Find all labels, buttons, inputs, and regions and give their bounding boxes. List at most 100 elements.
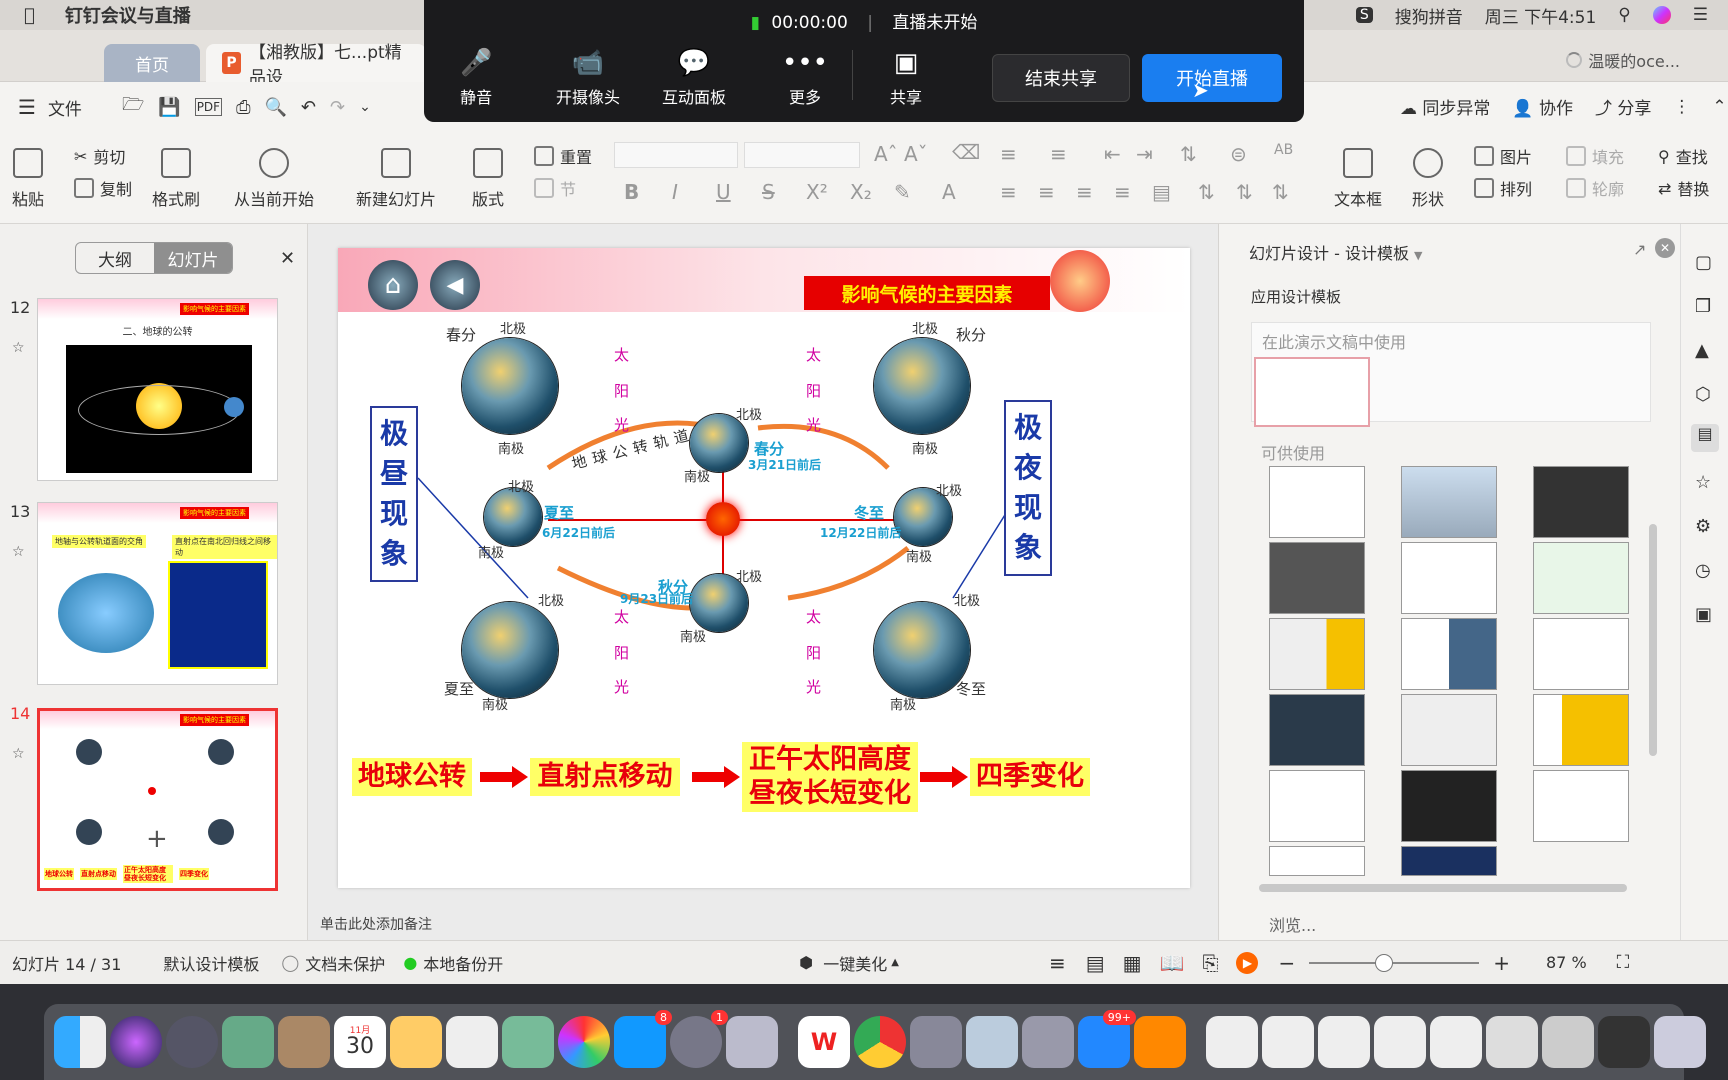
- columns-icon[interactable]: ⇅: [1272, 180, 1289, 204]
- close-pane-icon[interactable]: ✕: [280, 248, 295, 269]
- photos-icon[interactable]: [558, 1016, 610, 1068]
- new-slide-button[interactable]: 新建幻灯片: [356, 148, 436, 210]
- italic-icon[interactable]: I: [672, 180, 678, 204]
- siri-icon[interactable]: [1652, 6, 1671, 24]
- launchpad-icon[interactable]: [166, 1016, 218, 1068]
- window-thumbnail[interactable]: [1542, 1016, 1594, 1068]
- finder-icon[interactable]: [54, 1016, 106, 1068]
- presenter-icon[interactable]: ⎘: [1202, 951, 1218, 975]
- slides-panel-icon[interactable]: ▢: [1695, 252, 1712, 273]
- control-center-icon[interactable]: ☰: [1693, 5, 1708, 25]
- highlight-icon[interactable]: ✎: [894, 180, 911, 204]
- sogou-ime-icon[interactable]: S: [1355, 7, 1373, 23]
- distribute-icon[interactable]: ▤: [1152, 180, 1171, 204]
- pane-title[interactable]: 幻灯片设计 - 设计模板 ▼: [1249, 240, 1423, 264]
- underline-icon[interactable]: U: [716, 180, 731, 204]
- open-icon[interactable]: 🗁: [122, 92, 144, 122]
- template-thumbnail[interactable]: [1269, 846, 1365, 876]
- interactive-board-button[interactable]: 💬 互动面板: [662, 48, 726, 108]
- slide-thumbnail-14[interactable]: 影响气候的主要因素 地球公转 直射点移动 正午太阳高度昼夜长短变化 四季变化: [37, 708, 278, 891]
- window-thumbnail[interactable]: [1262, 1016, 1314, 1068]
- strikethrough-icon[interactable]: S: [762, 180, 775, 204]
- template-thumbnail[interactable]: [1533, 466, 1629, 538]
- file-menu[interactable]: 文件: [48, 95, 82, 120]
- more-vertical-icon[interactable]: ⋮: [1673, 97, 1690, 117]
- template-name[interactable]: 默认设计模板: [163, 951, 259, 975]
- fit-window-icon[interactable]: ⛶: [1617, 952, 1630, 973]
- numbering-icon[interactable]: ≡: [1050, 142, 1067, 166]
- back-arrow-icon[interactable]: ◀: [430, 260, 480, 310]
- notes-view-icon[interactable]: ≡: [1049, 951, 1066, 975]
- camera-button[interactable]: 📹 开摄像头: [556, 48, 620, 108]
- window-thumbnail[interactable]: [1430, 1016, 1482, 1068]
- font-family-select[interactable]: [614, 142, 738, 168]
- collapse-ribbon-icon[interactable]: ⌃: [1712, 97, 1726, 117]
- template-thumbnail[interactable]: [1401, 618, 1497, 690]
- layout-button[interactable]: 版式: [472, 148, 504, 210]
- mute-button[interactable]: 🎤 静音: [460, 48, 492, 108]
- template-thumbnail[interactable]: [1269, 542, 1365, 614]
- template-thumbnail[interactable]: [1269, 694, 1365, 766]
- apple-icon[interactable]: : [24, 5, 35, 26]
- app-store-icon[interactable]: 8: [614, 1010, 672, 1068]
- hamburger-menu-icon[interactable]: ☰: [18, 95, 36, 119]
- live-video-icon[interactable]: [1134, 1016, 1186, 1068]
- window-thumbnail[interactable]: [1206, 1016, 1258, 1068]
- increase-font-icon[interactable]: Aˆ: [874, 142, 898, 166]
- section-button[interactable]: 节: [534, 176, 576, 200]
- template-thumbnail[interactable]: [1533, 618, 1629, 690]
- dingtalk-icon[interactable]: 99+: [1078, 1010, 1136, 1068]
- play-from-current-button[interactable]: 从当前开始: [234, 148, 314, 210]
- star-icon[interactable]: ☆: [12, 340, 25, 356]
- caret-up-icon[interactable]: ▲: [891, 957, 899, 968]
- print-preview-icon[interactable]: 🔍: [264, 97, 286, 118]
- font-size-select[interactable]: [744, 142, 860, 168]
- font-color-icon[interactable]: A: [942, 180, 956, 204]
- star-icon[interactable]: ☆: [12, 746, 25, 762]
- bullets-icon[interactable]: ≡: [1000, 142, 1017, 166]
- arrange-button[interactable]: 排列: [1474, 176, 1532, 200]
- trash-icon[interactable]: [1654, 1016, 1706, 1068]
- zoom-level[interactable]: 87 %: [1546, 953, 1587, 972]
- zoom-slider[interactable]: [1309, 953, 1480, 972]
- template-in-use[interactable]: [1254, 357, 1370, 427]
- tab-document[interactable]: P 【湘教版】七...pt精品设: [206, 43, 426, 88]
- add-slide-icon[interactable]: +: [146, 824, 168, 854]
- zoom-in-icon[interactable]: +: [1493, 951, 1510, 975]
- align-left-icon[interactable]: ≡: [1000, 180, 1017, 204]
- backup-status[interactable]: 本地备份开: [423, 951, 503, 975]
- sync-status[interactable]: ☁ 同步异常: [1400, 94, 1490, 119]
- wps-office-icon[interactable]: W: [798, 1016, 850, 1068]
- template-thumbnail[interactable]: [1533, 770, 1629, 842]
- design-icon[interactable]: ▤: [1691, 424, 1719, 452]
- ime-label[interactable]: 搜狗拼音: [1395, 3, 1463, 28]
- browse-link[interactable]: 浏览...: [1269, 912, 1316, 936]
- script-editor-icon[interactable]: [910, 1016, 962, 1068]
- maps-icon[interactable]: [502, 1016, 554, 1068]
- close-icon[interactable]: ✕: [1655, 238, 1675, 258]
- horizontal-scrollbar[interactable]: [1259, 884, 1627, 892]
- template-thumbnail[interactable]: [1401, 542, 1497, 614]
- template-thumbnail[interactable]: [1401, 846, 1497, 876]
- beautify-button[interactable]: 一键美化: [823, 951, 887, 975]
- template-thumbnail[interactable]: [1533, 542, 1629, 614]
- reading-view-icon[interactable]: 📖: [1160, 951, 1185, 975]
- find-button[interactable]: ⚲ 查找: [1658, 144, 1708, 168]
- export-pdf-icon[interactable]: PDF: [194, 98, 223, 116]
- user-account[interactable]: 温暖的oce...: [1566, 48, 1680, 72]
- justify-icon[interactable]: ≡: [1114, 180, 1131, 204]
- reminders-icon[interactable]: [446, 1016, 498, 1068]
- spotlight-search-icon[interactable]: ⚲: [1618, 5, 1630, 25]
- reset-button[interactable]: 重置: [534, 144, 592, 168]
- align-center-icon[interactable]: ≡: [1038, 180, 1055, 204]
- animation-icon[interactable]: ☆: [1695, 472, 1711, 493]
- notes-placeholder[interactable]: 单击此处添加备注: [320, 914, 432, 934]
- align-right-icon[interactable]: ≡: [1076, 180, 1093, 204]
- customize-chevron-icon[interactable]: ⌄: [359, 99, 371, 115]
- template-thumbnail[interactable]: [1401, 694, 1497, 766]
- start-live-button[interactable]: 开始直播: [1142, 54, 1282, 102]
- preview-icon[interactable]: [222, 1016, 274, 1068]
- format-painter-button[interactable]: 格式刷: [152, 148, 200, 210]
- shapes-icon[interactable]: ❐: [1695, 296, 1711, 317]
- current-slide[interactable]: ⌂ ◀ 影响气候的主要因素 太 阳 光 太 阳 光 太 阳 光 太 阳 光 春分…: [338, 248, 1190, 888]
